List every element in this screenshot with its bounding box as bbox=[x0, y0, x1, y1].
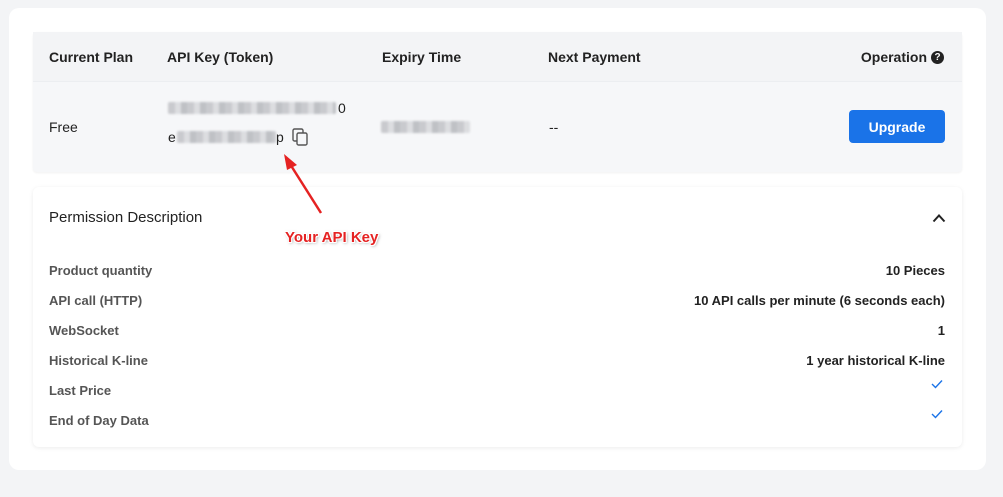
check-icon bbox=[931, 410, 943, 419]
list-item: Last Price bbox=[49, 380, 945, 403]
permission-label: API call (HTTP) bbox=[49, 293, 143, 308]
header-current-plan: Current Plan bbox=[49, 49, 134, 65]
list-item: End of Day Data bbox=[49, 410, 945, 433]
upgrade-button[interactable]: Upgrade bbox=[849, 110, 945, 143]
api-key-redacted-line2 bbox=[177, 131, 276, 143]
table-header: Current Plan API Key (Token) Expiry Time… bbox=[33, 32, 962, 82]
permission-value: 10 API calls per minute (6 seconds each) bbox=[694, 293, 945, 308]
header-next-payment: Next Payment bbox=[548, 49, 641, 65]
permission-value: 1 bbox=[937, 323, 945, 338]
list-item: API call (HTTP) 10 API calls per minute … bbox=[49, 293, 945, 313]
list-item: WebSocket 1 bbox=[49, 323, 945, 343]
check-icon bbox=[931, 380, 943, 389]
expiry-time-redacted bbox=[381, 121, 470, 133]
api-key-line1-suffix: 0 bbox=[338, 100, 346, 116]
plan-cell: Free bbox=[49, 119, 78, 135]
copy-icon[interactable] bbox=[292, 128, 308, 146]
annotation-label: Your API Key bbox=[285, 229, 379, 246]
list-item: Product quantity 10 Pieces bbox=[49, 263, 945, 283]
help-icon[interactable]: ? bbox=[931, 50, 944, 64]
header-api-key: API Key (Token) bbox=[167, 49, 274, 65]
header-operation-label: Operation bbox=[860, 49, 927, 65]
api-key-line2-prefix: e bbox=[168, 129, 176, 145]
permission-title: Permission Description bbox=[49, 209, 203, 226]
api-key-redacted-line1 bbox=[168, 102, 336, 114]
permission-panel: Permission Description Product quantity … bbox=[33, 187, 962, 447]
permission-label: End of Day Data bbox=[49, 413, 149, 428]
permission-value: 1 year historical K-line bbox=[806, 353, 945, 368]
permission-label: Product quantity bbox=[49, 263, 153, 278]
header-expiry-time: Expiry Time bbox=[382, 49, 462, 65]
annotation-arrow bbox=[284, 154, 323, 214]
chevron-up-icon[interactable] bbox=[932, 212, 946, 224]
permission-label: Last Price bbox=[49, 383, 112, 398]
permission-value: 10 Pieces bbox=[885, 263, 945, 278]
header-operation: Operation? bbox=[861, 32, 944, 82]
list-item: Historical K-line 1 year historical K-li… bbox=[49, 353, 945, 373]
permission-label: Historical K-line bbox=[49, 353, 148, 368]
permission-label: WebSocket bbox=[49, 323, 119, 338]
api-key-line2-suffix: p bbox=[276, 129, 284, 145]
next-payment-cell: -- bbox=[549, 119, 559, 135]
